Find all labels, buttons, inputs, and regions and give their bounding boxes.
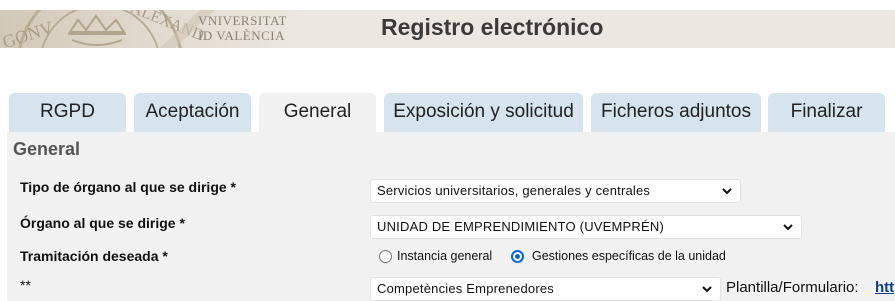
chevron-down-icon xyxy=(702,286,712,293)
university-name: VNIVERSITAT ID VALÈNCIA xyxy=(198,13,305,43)
organ-type-value: Servicios universitarios, generales y ce… xyxy=(377,183,651,198)
organ-select[interactable]: UNIDAD DE EMPRENDIMIENTO (UVEMPRÉN) xyxy=(370,215,802,239)
specific-procedure-value: Competències Emprenedores xyxy=(377,281,554,296)
app-header: GONV ALEXAND VNIVERSITAT ID VALÈNCIA Reg… xyxy=(0,10,895,48)
tab-exposicion-solicitud[interactable]: Exposición y solicitud xyxy=(384,93,583,133)
template-label: Plantilla/Formulario: xyxy=(726,279,859,296)
tab-finalizar[interactable]: Finalizar xyxy=(768,93,885,133)
tab-rgpd[interactable]: RGPD xyxy=(9,93,126,133)
page-title: Registro electrónico xyxy=(381,14,604,40)
chevron-down-icon xyxy=(722,188,732,195)
organ-label: Órgano al que se dirige * xyxy=(20,215,185,231)
tab-general[interactable]: General xyxy=(259,93,376,135)
radio-label-gestiones-especificas: Gestiones específicas de la unidad xyxy=(532,249,726,263)
university-logo[interactable]: GONV ALEXAND VNIVERSITAT ID VALÈNCIA xyxy=(0,10,305,48)
university-name-line2: ID VALÈNCIA xyxy=(198,28,285,43)
tab-aceptacion[interactable]: Aceptación xyxy=(134,93,251,133)
radio-label-instancia-general: Instancia general xyxy=(397,249,493,263)
university-name-line1: VNIVERSITAT xyxy=(198,13,287,28)
general-panel: General Tipo de órgano al que se dirige … xyxy=(7,132,895,301)
tab-ficheros-adjuntos[interactable]: Ficheros adjuntos xyxy=(591,93,761,133)
seal-text-left: GONV xyxy=(0,17,56,48)
section-title: General xyxy=(13,139,81,159)
organ-type-select[interactable]: Servicios universitarios, generales y ce… xyxy=(370,179,741,203)
specific-procedure-label: ** xyxy=(20,277,31,293)
tab-bar: RGPD Aceptación General Exposición y sol… xyxy=(0,93,895,135)
specific-procedure-select[interactable]: Competències Emprenedores xyxy=(370,277,721,301)
organ-type-label: Tipo de órgano al que se dirige * xyxy=(20,179,237,195)
template-link[interactable]: htt xyxy=(875,279,894,296)
procedure-label: Tramitación deseada * xyxy=(20,248,168,264)
organ-value: UNIDAD DE EMPRENDIMIENTO (UVEMPRÉN) xyxy=(377,219,665,234)
radio-button-selected[interactable] xyxy=(511,250,524,263)
chevron-down-icon xyxy=(783,224,793,231)
radio-button[interactable] xyxy=(379,250,392,263)
